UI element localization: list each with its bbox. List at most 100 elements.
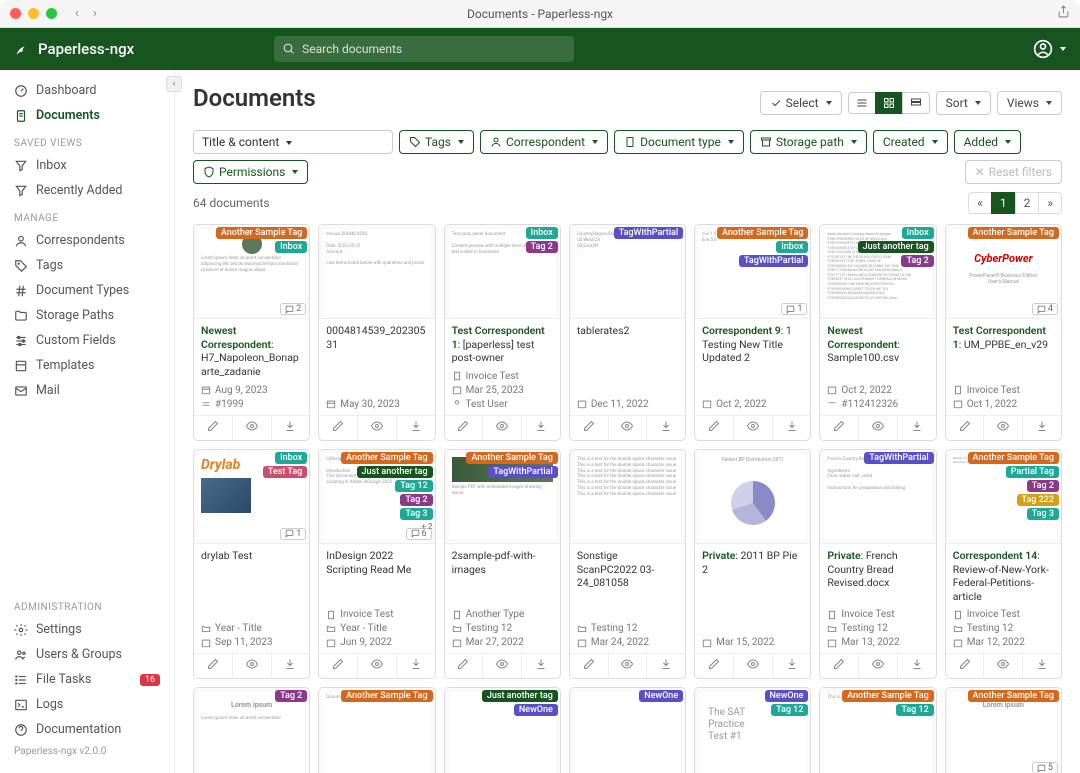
document-card[interactable]: Tag 2 Lorem ipsumLorem ipsum dolor sit a… xyxy=(193,687,310,773)
permissions-filter[interactable]: Permissions xyxy=(193,160,308,184)
tag[interactable]: Another Sample Tag xyxy=(968,227,1059,239)
preview-button[interactable] xyxy=(859,654,898,678)
preview-button[interactable] xyxy=(609,654,648,678)
sidebar-item-mail[interactable]: Mail xyxy=(0,378,174,403)
document-card[interactable]: Another Sample Tag CyberPowerPowerPanel®… xyxy=(945,224,1062,441)
edit-button[interactable] xyxy=(820,654,859,678)
view-list-button[interactable] xyxy=(848,92,875,114)
edit-button[interactable] xyxy=(695,416,734,440)
tag[interactable]: Another Sample Tag xyxy=(842,690,933,702)
notes-count[interactable]: 5 xyxy=(1032,762,1058,773)
sidebar-item-document-types[interactable]: Document Types xyxy=(0,278,174,303)
preview-button[interactable] xyxy=(734,416,773,440)
document-card[interactable]: NewOne xyxy=(569,687,686,773)
edit-button[interactable] xyxy=(445,654,484,678)
brand[interactable]: Paperless-ngx xyxy=(14,40,134,58)
correspondent-filter[interactable]: Correspondent xyxy=(480,130,608,154)
tag[interactable]: NewOne xyxy=(639,690,683,702)
document-card[interactable]: Another Sample Tag Lorem ipsum 5 xyxy=(945,687,1062,773)
document-card[interactable]: Patient BP Distribution 2011 Private: 20… xyxy=(694,449,811,680)
preview-button[interactable] xyxy=(233,416,272,440)
document-card[interactable]: Another Sample Tag Document content prev… xyxy=(318,687,435,773)
sidebar-item-correspondents[interactable]: Correspondents xyxy=(0,228,174,253)
sidebar-item-logs[interactable]: Logs xyxy=(0,692,174,717)
document-card[interactable]: InboxJust another tagTag 2 Serial Number… xyxy=(819,224,936,441)
download-button[interactable] xyxy=(647,654,685,678)
document-card[interactable]: Another Sample TagTag 12 This is a docum… xyxy=(819,687,936,773)
download-button[interactable] xyxy=(272,654,310,678)
title-content-filter[interactable]: Title & content xyxy=(193,130,393,154)
preview-button[interactable] xyxy=(483,416,522,440)
tag[interactable]: Tag 222 xyxy=(1017,494,1059,506)
document-card[interactable]: NewOneTag 12 The SATPracticeTest #1 xyxy=(694,687,811,773)
correspondent[interactable]: Correspondent 14 xyxy=(953,549,1038,562)
tag[interactable]: TagWithPartial xyxy=(488,466,557,478)
document-card[interactable]: TagWithPartial Country,Region,StateUS,We… xyxy=(569,224,686,441)
notes-count[interactable]: 4 xyxy=(1032,303,1058,315)
sidebar-item-storage-paths[interactable]: Storage Paths xyxy=(0,303,174,328)
document-card[interactable]: Another Sample TagTagWithPartial Sample … xyxy=(444,449,561,680)
collapse-sidebar-button[interactable]: ‹ xyxy=(166,76,182,92)
document-card[interactable]: Another Sample TagJust another tagTag 12… xyxy=(318,449,435,680)
added-filter[interactable]: Added xyxy=(954,130,1022,154)
tag[interactable]: Tag 2 xyxy=(400,494,432,506)
edit-button[interactable] xyxy=(194,416,233,440)
minimize-window[interactable] xyxy=(28,8,39,19)
correspondent[interactable]: Correspondent 9 xyxy=(702,324,781,337)
tags-filter[interactable]: Tags xyxy=(399,130,474,154)
sidebar-item-documents[interactable]: Documents xyxy=(0,103,174,128)
edit-button[interactable] xyxy=(445,416,484,440)
tag[interactable]: TagWithPartial xyxy=(864,452,933,464)
sidebar-item-tags[interactable]: Tags xyxy=(0,253,174,278)
view-grid-button[interactable] xyxy=(875,92,902,114)
view-detail-button[interactable] xyxy=(902,92,930,114)
notes-count[interactable]: 2 xyxy=(280,303,306,315)
preview-button[interactable] xyxy=(859,416,898,440)
tag[interactable]: Just another tag xyxy=(858,241,934,253)
sidebar-item-custom-fields[interactable]: Custom Fields xyxy=(0,328,174,353)
tag[interactable]: Inbox xyxy=(275,241,307,253)
document-card[interactable]: InboxTag 2 Test post owner documentConte… xyxy=(444,224,561,441)
select-button[interactable]: Select xyxy=(760,91,842,115)
tag[interactable]: Tag 3 xyxy=(400,508,432,520)
tag[interactable]: Another Sample Tag xyxy=(466,452,557,464)
tag[interactable]: Partial Tag xyxy=(1006,466,1059,478)
preview-button[interactable] xyxy=(734,654,773,678)
download-button[interactable] xyxy=(397,416,435,440)
tag[interactable]: Another Sample Tag xyxy=(968,452,1059,464)
download-button[interactable] xyxy=(1023,654,1061,678)
preview-button[interactable] xyxy=(984,654,1023,678)
tag[interactable]: Another Sample Tag xyxy=(968,690,1059,702)
correspondent[interactable]: Private xyxy=(702,549,735,562)
close-window[interactable] xyxy=(10,8,21,19)
sidebar-item-inbox[interactable]: Inbox xyxy=(0,153,174,178)
page-1[interactable]: 1 xyxy=(991,192,1015,214)
download-button[interactable] xyxy=(898,416,936,440)
page-next[interactable]: » xyxy=(1038,192,1062,214)
download-button[interactable] xyxy=(1023,416,1061,440)
preview-button[interactable] xyxy=(609,416,648,440)
sidebar-item-dashboard[interactable]: Dashboard xyxy=(0,78,174,103)
preview-button[interactable] xyxy=(483,654,522,678)
maximize-window[interactable] xyxy=(46,8,57,19)
tag[interactable]: NewOne xyxy=(765,690,809,702)
tag[interactable]: Tag 12 xyxy=(395,480,432,492)
edit-button[interactable] xyxy=(820,416,859,440)
correspondent[interactable]: Private xyxy=(827,549,860,562)
edit-button[interactable] xyxy=(570,416,609,440)
document-card[interactable]: TagWithPartial French Country BreadIngre… xyxy=(819,449,936,680)
tag[interactable]: Inbox xyxy=(275,452,307,464)
document-card[interactable]: Another Sample TagPartial TagTag 2Tag 22… xyxy=(945,449,1062,680)
sidebar-item-users-groups[interactable]: Users & Groups xyxy=(0,642,174,667)
page-prev[interactable]: « xyxy=(968,192,991,214)
views-button[interactable]: Views xyxy=(997,91,1062,115)
document-card[interactable]: InboxTest Tag Drylab 1 drylab Test Year … xyxy=(193,449,310,680)
preview-button[interactable] xyxy=(358,654,397,678)
download-button[interactable] xyxy=(773,416,811,440)
download-button[interactable] xyxy=(898,654,936,678)
download-button[interactable] xyxy=(773,654,811,678)
sidebar-item-file-tasks[interactable]: File Tasks 16 xyxy=(0,667,174,692)
download-button[interactable] xyxy=(272,416,310,440)
document-card[interactable]: Invoice 0004814539Date: 2023-05-31Amount… xyxy=(318,224,435,441)
created-filter[interactable]: Created xyxy=(873,130,948,154)
